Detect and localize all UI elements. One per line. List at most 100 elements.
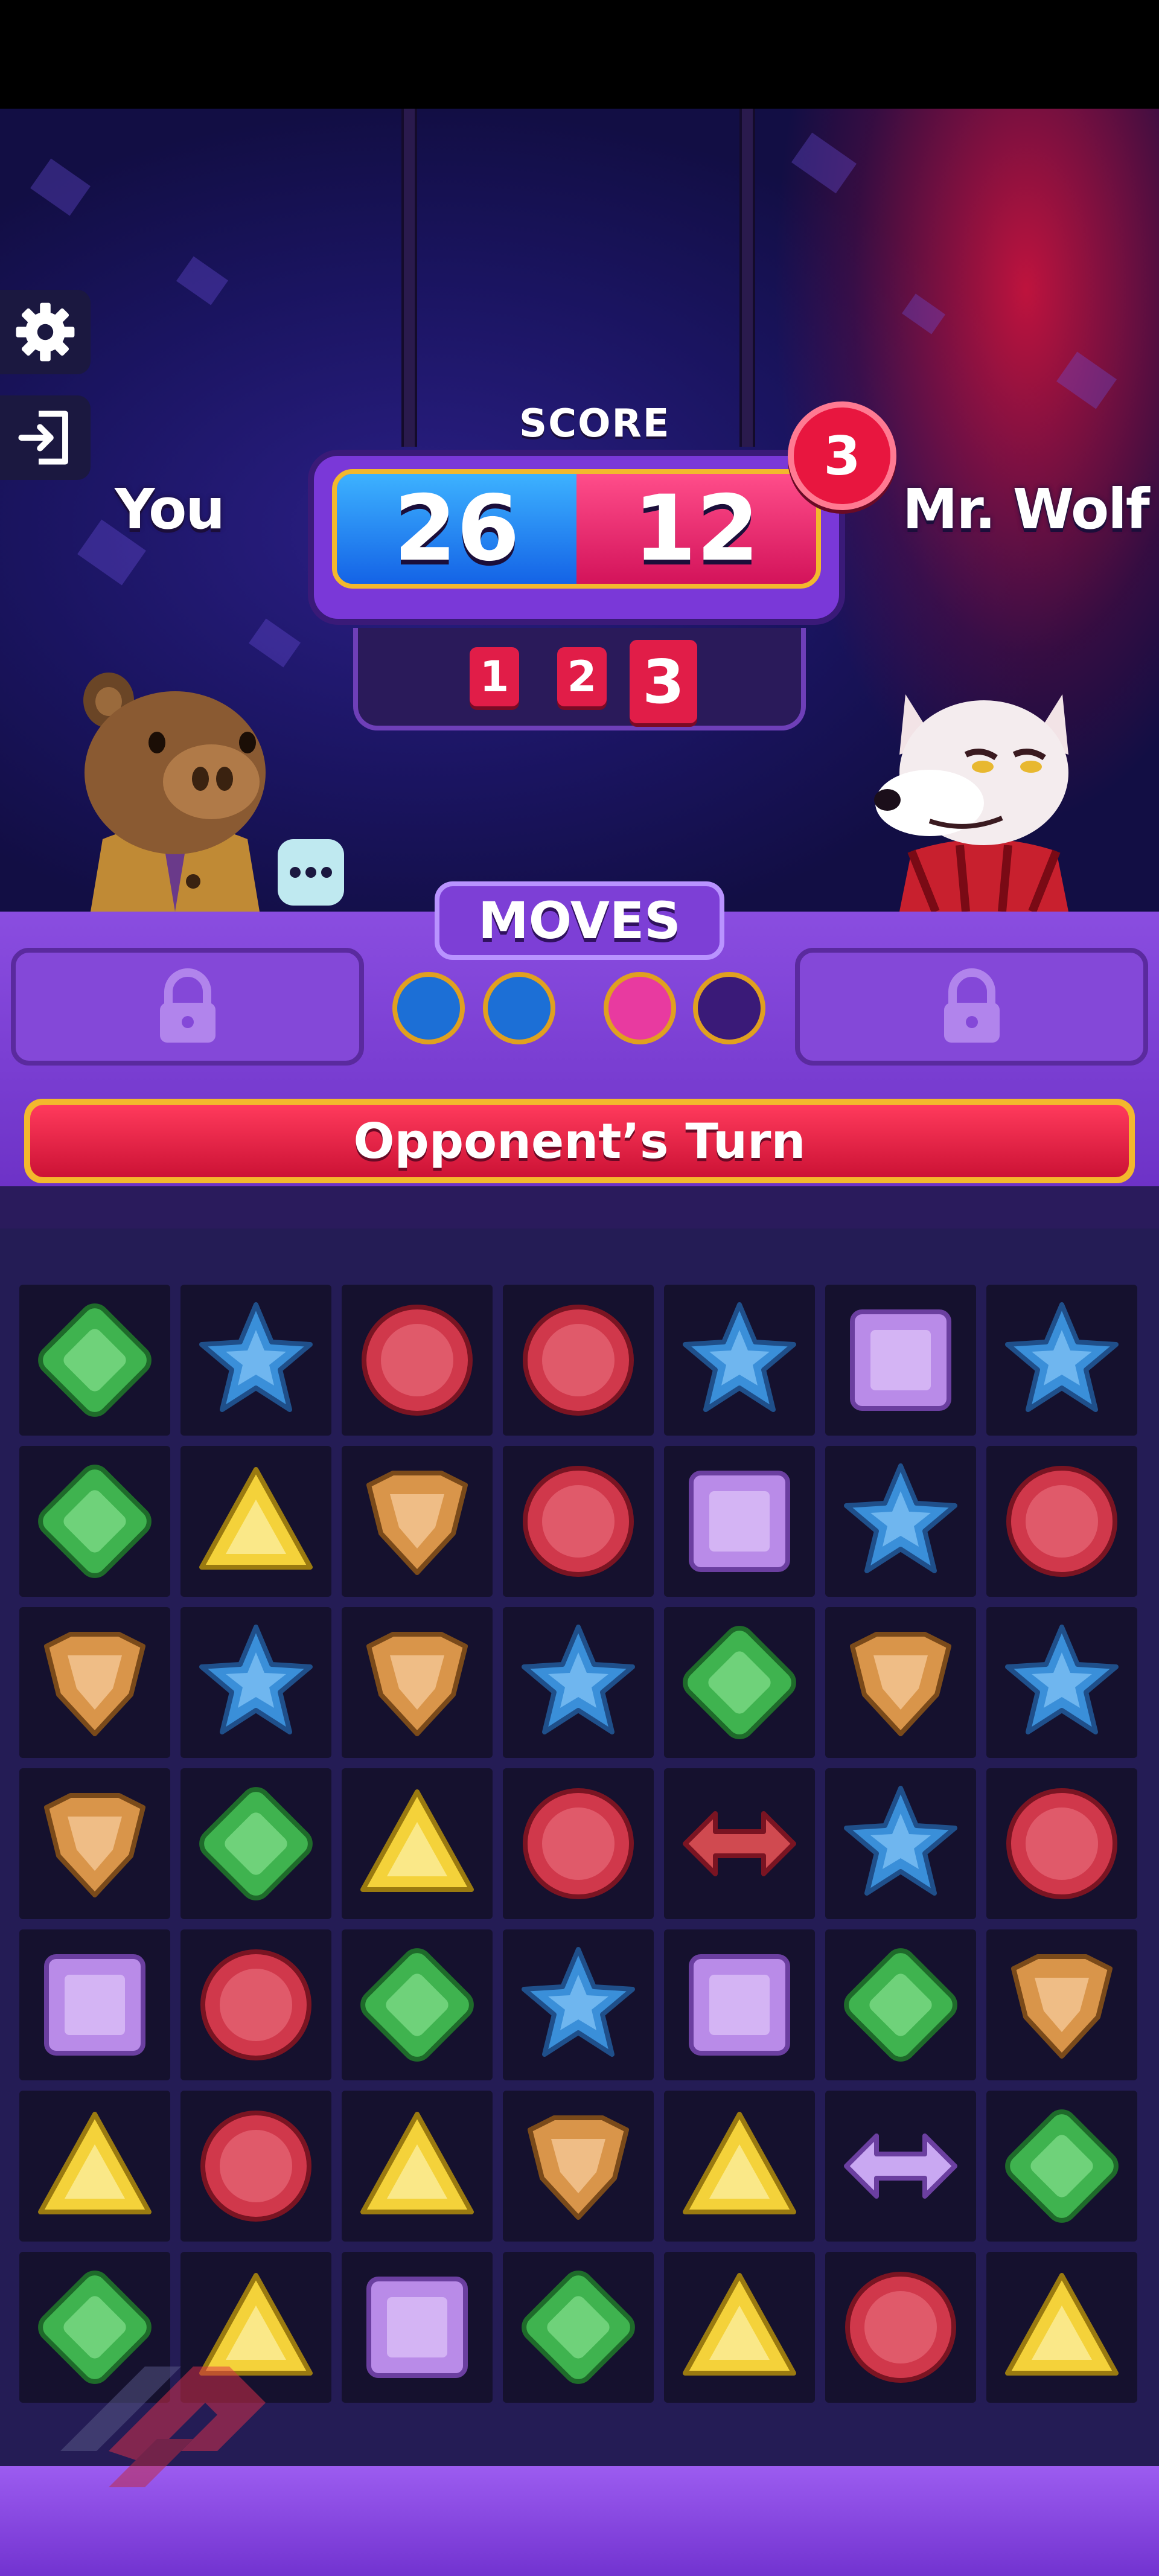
green-gem-tile-icon <box>38 1465 152 1578</box>
red-coin-tile-icon <box>362 1305 473 1416</box>
board-cell[interactable] <box>180 1768 331 1919</box>
score-title: SCORE <box>519 401 671 446</box>
board-cell[interactable] <box>19 2091 170 2242</box>
board-cell[interactable] <box>180 1446 331 1597</box>
board-cell[interactable] <box>342 1768 493 1919</box>
board-cell[interactable] <box>342 2091 493 2242</box>
board-cell[interactable] <box>986 1285 1137 1436</box>
red-coin-tile-icon <box>523 1305 634 1416</box>
green-gem-tile-icon <box>522 2271 635 2384</box>
board-cell[interactable] <box>342 1607 493 1758</box>
status-bar-area <box>0 0 1159 109</box>
board-cell[interactable] <box>825 1929 976 2080</box>
yellow-triangle-tile-icon <box>683 2112 796 2214</box>
board-cell[interactable] <box>19 1768 170 1919</box>
board-cell[interactable] <box>19 1607 170 1758</box>
red-coin-tile-icon <box>1006 1788 1117 1899</box>
board-cell[interactable] <box>503 1768 654 1919</box>
board-cell[interactable] <box>664 1446 815 1597</box>
board-cell[interactable] <box>342 1929 493 2080</box>
purple-square-tile-icon <box>689 1471 790 1572</box>
orange-shield-tile-icon <box>44 1793 145 1897</box>
gear-icon <box>16 302 75 362</box>
purple-square-tile-icon <box>850 1309 951 1411</box>
move-dot-1-used <box>392 972 465 1044</box>
green-gem-tile-icon <box>199 1787 313 1900</box>
red-coin-tile-icon <box>200 2111 311 2222</box>
booster-slot-left-locked[interactable] <box>11 948 364 1066</box>
board-cell[interactable] <box>180 1285 331 1436</box>
yellow-triangle-tile-icon <box>360 2112 474 2214</box>
board-cell[interactable] <box>180 1929 331 2080</box>
board-cell[interactable] <box>986 1446 1137 1597</box>
board-cell[interactable] <box>342 1446 493 1597</box>
lock-icon <box>943 968 1000 1043</box>
red-coin-tile-icon <box>1006 1466 1117 1577</box>
board-cell[interactable] <box>825 2091 976 2242</box>
board-cell[interactable] <box>825 1768 976 1919</box>
green-gem-tile-icon <box>360 1948 474 2062</box>
move-dot-2-used <box>483 972 555 1044</box>
board-cell[interactable] <box>825 1607 976 1758</box>
board-cell[interactable] <box>664 1285 815 1436</box>
board-cell[interactable] <box>986 2091 1137 2242</box>
scoreboard-rope-right <box>739 109 755 447</box>
blue-star-tile-icon <box>1005 1625 1119 1734</box>
chat-bubble-button[interactable] <box>278 839 344 906</box>
board-cell[interactable] <box>664 1607 815 1758</box>
score-you: 26 <box>394 476 520 581</box>
player-name-you: You <box>115 477 225 542</box>
board-cell[interactable] <box>503 2091 654 2242</box>
board-cell[interactable] <box>503 1929 654 2080</box>
board-cell[interactable] <box>664 1929 815 2080</box>
orange-shield-tile-icon <box>366 1632 468 1736</box>
blue-star-tile-icon <box>199 1302 313 1412</box>
board-cell[interactable] <box>342 2252 493 2403</box>
exit-button[interactable] <box>0 395 91 480</box>
board-cell[interactable] <box>664 1768 815 1919</box>
red-arrow-tile-icon <box>683 1811 796 1876</box>
board-cell[interactable] <box>503 1285 654 1436</box>
red-coin-tile-icon <box>845 2272 956 2383</box>
chat-dots-icon <box>290 867 332 878</box>
board-cell[interactable] <box>19 1285 170 1436</box>
board-cell[interactable] <box>503 1446 654 1597</box>
blue-star-tile-icon <box>199 1625 313 1734</box>
blue-star-tile-icon <box>683 1302 796 1412</box>
board-cell[interactable] <box>503 2252 654 2403</box>
green-gem-tile-icon <box>683 1626 796 1739</box>
yellow-triangle-tile-icon <box>199 1467 313 1570</box>
board-cell[interactable] <box>825 1285 976 1436</box>
moves-title: MOVES <box>435 881 724 960</box>
scoreboard: 26 12 <box>308 450 845 625</box>
board-cell[interactable] <box>19 1929 170 2080</box>
board-cell[interactable] <box>342 1285 493 1436</box>
move-dot-3-active <box>604 972 676 1044</box>
board-cell[interactable] <box>503 1607 654 1758</box>
game-board <box>19 1285 1142 2403</box>
board-cell[interactable] <box>180 1607 331 1758</box>
green-gem-tile-icon <box>1005 2109 1119 2223</box>
blue-star-tile-icon <box>844 1786 957 1896</box>
board-cell[interactable] <box>986 1607 1137 1758</box>
booster-slot-right-locked[interactable] <box>795 948 1148 1066</box>
yellow-triangle-tile-icon <box>360 1789 474 1892</box>
board-cell[interactable] <box>986 2252 1137 2403</box>
lock-icon <box>159 968 216 1043</box>
board-cell[interactable] <box>825 2252 976 2403</box>
settings-gear-button[interactable] <box>0 290 91 374</box>
board-cell[interactable] <box>664 2091 815 2242</box>
orange-shield-tile-icon <box>528 2115 629 2220</box>
blue-star-tile-icon <box>844 1463 957 1573</box>
purple-square-tile-icon <box>44 1954 145 2056</box>
board-cell[interactable] <box>180 2091 331 2242</box>
board-cell[interactable] <box>986 1929 1137 2080</box>
opponent-wolf-avatar <box>874 694 1068 912</box>
board-cell[interactable] <box>825 1446 976 1597</box>
yellow-triangle-tile-icon <box>683 2273 796 2376</box>
board-cell[interactable] <box>664 2252 815 2403</box>
board-cell[interactable] <box>986 1768 1137 1919</box>
board-cell[interactable] <box>19 1446 170 1597</box>
orange-shield-tile-icon <box>1011 1954 1113 2059</box>
score-you-panel: 26 <box>337 474 576 584</box>
